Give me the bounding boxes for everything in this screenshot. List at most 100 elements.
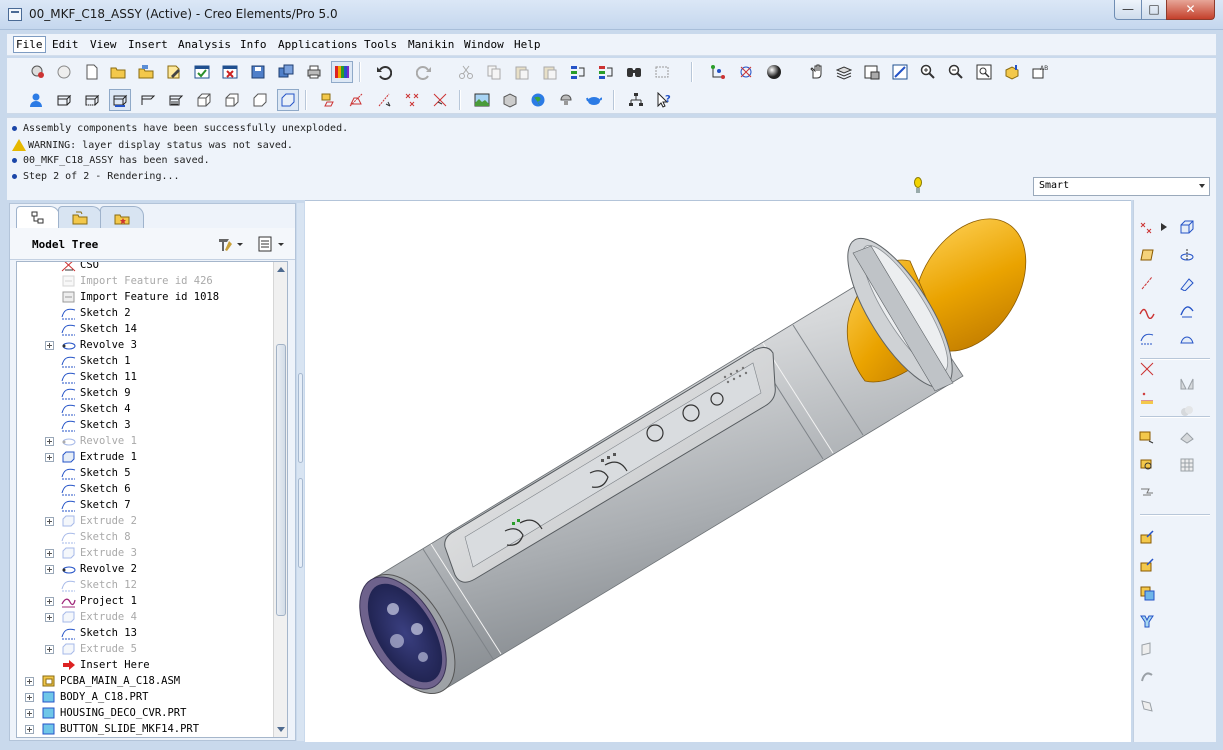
expand-icon[interactable]	[45, 453, 54, 462]
tree-node[interactable]: Extrude 4	[17, 609, 273, 625]
tree-node[interactable]: Sketch 12	[17, 577, 273, 593]
coordinate-systems-icon[interactable]	[429, 89, 451, 111]
thicken-tool-icon[interactable]	[1136, 610, 1158, 632]
datum-points-icon[interactable]	[373, 89, 395, 111]
layers-icon[interactable]	[833, 61, 855, 83]
expand-icon[interactable]	[25, 693, 34, 702]
shell-tool-icon[interactable]	[1136, 526, 1158, 548]
menu-tools[interactable]: Tools	[364, 38, 397, 51]
round-tool-icon[interactable]	[1136, 426, 1158, 448]
save-copy-icon[interactable]	[275, 61, 297, 83]
mirror-tool-icon[interactable]	[1176, 372, 1198, 394]
menu-help[interactable]: Help	[514, 38, 541, 51]
splitter-handle-top[interactable]	[298, 373, 303, 463]
rib-tool-icon[interactable]	[1136, 554, 1158, 576]
tree-node[interactable]: Extrude 5	[17, 641, 273, 657]
tab-favorites[interactable]	[100, 206, 144, 228]
graphics-window[interactable]	[305, 200, 1131, 742]
menu-analysis[interactable]: Analysis	[178, 38, 231, 51]
extrude-tool-icon[interactable]	[1176, 216, 1198, 238]
render-teapot-icon[interactable]	[583, 89, 605, 111]
scroll-up-icon[interactable]	[277, 267, 285, 272]
hole-tool-icon[interactable]	[1136, 482, 1158, 504]
save-icon[interactable]	[247, 61, 269, 83]
shading-edges-icon[interactable]	[137, 89, 159, 111]
scrollbar-thumb[interactable]	[276, 344, 286, 616]
new-file-icon[interactable]	[81, 61, 103, 83]
minimize-button[interactable]: —	[1114, 0, 1142, 20]
scroll-down-icon[interactable]	[277, 727, 285, 732]
menu-file[interactable]: File	[13, 36, 46, 53]
render-globe-icon[interactable]	[527, 89, 549, 111]
menu-view[interactable]: View	[90, 38, 117, 51]
edit-file-icon[interactable]	[163, 61, 185, 83]
paste-icon[interactable]	[511, 61, 533, 83]
splitter-handle-bottom[interactable]	[298, 478, 303, 568]
merge-tool-icon[interactable]	[1176, 400, 1198, 422]
tree-node[interactable]: Sketch 2	[17, 305, 273, 321]
datum-axes-icon[interactable]	[345, 89, 367, 111]
orient-view-icon[interactable]	[889, 61, 911, 83]
tree-node[interactable]: Extrude 1	[17, 449, 273, 465]
tree-node[interactable]: Sketch 4	[17, 401, 273, 417]
tree-node[interactable]: Sketch 9	[17, 385, 273, 401]
point-display-icon[interactable]	[401, 89, 423, 111]
tree-node[interactable]: Sketch 1	[17, 353, 273, 369]
datum-point-icon[interactable]	[1136, 216, 1158, 238]
paste-special-icon[interactable]	[539, 61, 561, 83]
expand-icon[interactable]	[25, 725, 34, 734]
saved-views-icon[interactable]	[249, 89, 271, 111]
lights-icon[interactable]	[555, 89, 577, 111]
enhanced-realism-icon[interactable]	[277, 89, 299, 111]
maximize-button[interactable]: □	[1141, 0, 1167, 20]
reorient-icon[interactable]	[1001, 61, 1023, 83]
expand-icon[interactable]	[45, 645, 54, 654]
open-folder-icon[interactable]	[107, 61, 129, 83]
select-box-icon[interactable]	[651, 61, 673, 83]
previous-view-icon[interactable]	[221, 89, 243, 111]
tree-node[interactable]: Revolve 1	[17, 433, 273, 449]
expand-icon[interactable]	[45, 613, 54, 622]
wireframe-icon[interactable]	[53, 89, 75, 111]
tab-model-tree[interactable]	[16, 206, 60, 229]
zoom-out-icon[interactable]	[945, 61, 967, 83]
tree-node[interactable]: Revolve 3	[17, 337, 273, 353]
datum-curve-icon[interactable]	[1136, 300, 1158, 322]
tree-node[interactable]: Sketch 8	[17, 529, 273, 545]
draft-tool-icon[interactable]	[1136, 582, 1158, 604]
tree-node[interactable]: Insert Here	[17, 657, 273, 673]
close-window-icon[interactable]	[219, 61, 241, 83]
pan-hand-icon[interactable]	[805, 61, 827, 83]
copy-icon[interactable]	[483, 61, 505, 83]
tree-settings-button[interactable]	[215, 235, 249, 253]
tree-node[interactable]: BUTTON_SLIDE_MKF14.PRT	[17, 721, 273, 737]
tab-folder-browser[interactable]	[58, 206, 102, 228]
find-icon[interactable]	[623, 61, 645, 83]
trim-tool-icon[interactable]	[1176, 426, 1198, 448]
shading-icon[interactable]	[763, 61, 785, 83]
tree-node[interactable]: Import Feature id 1018	[17, 289, 273, 305]
redo-icon[interactable]	[413, 61, 435, 83]
tree-node[interactable]: Sketch 7	[17, 497, 273, 513]
expand-icon[interactable]	[45, 341, 54, 350]
menu-info[interactable]: Info	[240, 38, 267, 51]
scene-icon[interactable]	[471, 89, 493, 111]
view-manager-icon[interactable]	[861, 61, 883, 83]
chamfer-tool-icon[interactable]	[1136, 454, 1158, 476]
menu-edit[interactable]: Edit	[52, 38, 79, 51]
model-tree-relations-icon[interactable]	[707, 61, 729, 83]
csys-tool-icon[interactable]	[1136, 358, 1158, 380]
analysis-tool-icon[interactable]	[1136, 386, 1158, 408]
tree-node[interactable]: HOUSING_DECO_CVR.PRT	[17, 705, 273, 721]
menu-applications[interactable]: Applications	[278, 38, 357, 51]
tree-node[interactable]: CSO	[17, 262, 273, 273]
solidify-tool-icon[interactable]	[1136, 638, 1158, 660]
tree-node[interactable]: Sketch 5	[17, 465, 273, 481]
tree-node[interactable]: Project 1	[17, 593, 273, 609]
datum-axis-icon[interactable]	[1136, 272, 1158, 294]
tree-node[interactable]: Sketch 3	[17, 417, 273, 433]
close-button[interactable]: ✕	[1166, 0, 1215, 20]
expand-icon[interactable]	[45, 437, 54, 446]
sketch-tool-icon[interactable]	[1136, 328, 1158, 350]
erase-icon[interactable]	[27, 61, 49, 83]
